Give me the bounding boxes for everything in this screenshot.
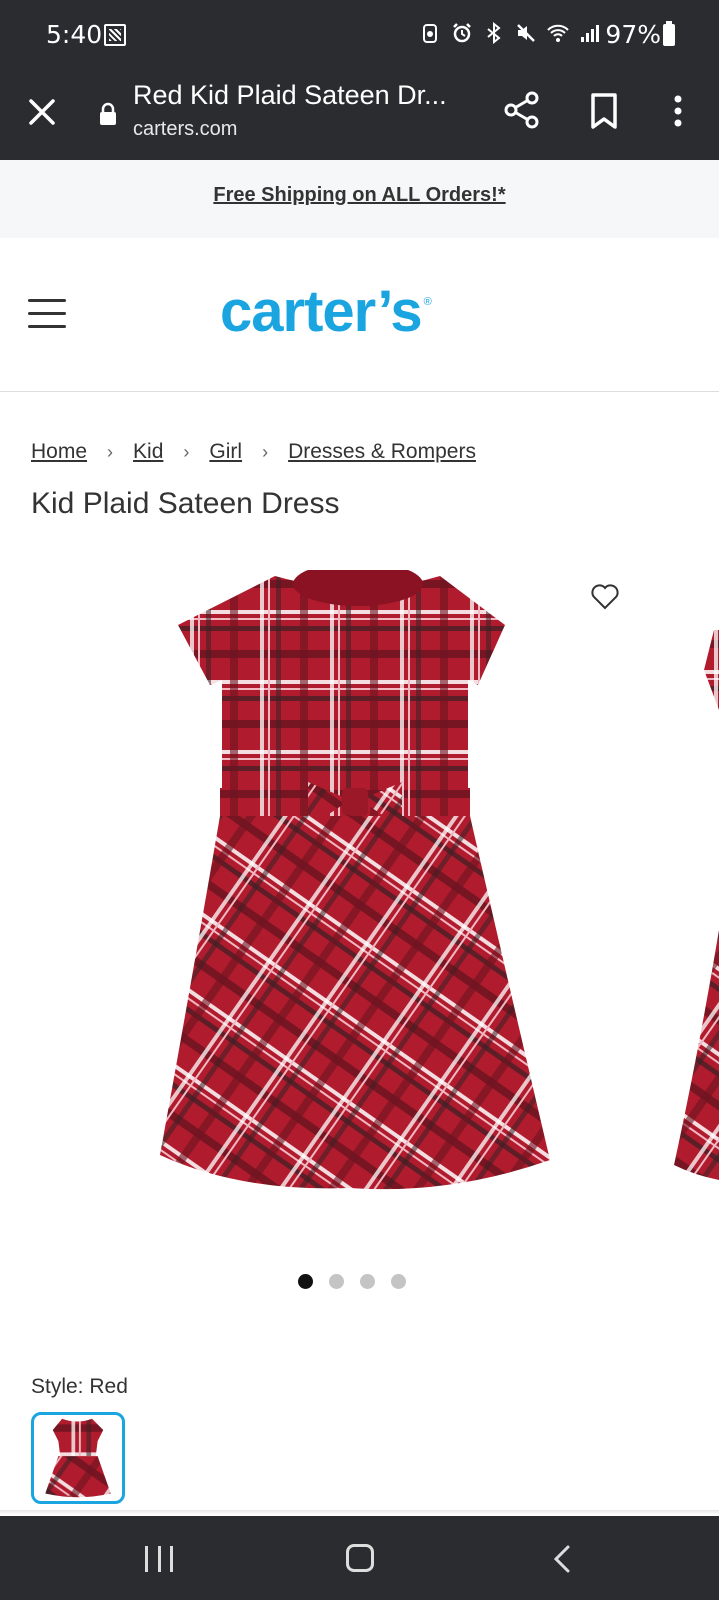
image-carousel-dots	[298, 1274, 406, 1289]
home-button[interactable]	[346, 1544, 374, 1572]
recent-apps-button[interactable]	[145, 1546, 173, 1572]
bookmark-button[interactable]	[588, 92, 620, 130]
mute-icon	[515, 22, 535, 44]
signal-icon	[579, 22, 599, 44]
lock-screen-icon	[419, 22, 439, 44]
promo-banner: Free Shipping on ALL Orders!*	[0, 160, 719, 238]
menu-line	[28, 312, 66, 315]
carousel-dot-4[interactable]	[391, 1274, 406, 1289]
recent-apps-icon	[157, 1546, 161, 1572]
carousel-dot-2[interactable]	[329, 1274, 344, 1289]
back-chevron-icon	[553, 1545, 570, 1573]
bookmark-icon	[591, 93, 617, 129]
more-options-button[interactable]	[668, 92, 688, 130]
chevron-right-icon: ›	[183, 441, 190, 462]
battery-percent: 97%	[605, 20, 661, 49]
next-product-image-peek[interactable]	[674, 630, 719, 1190]
share-icon	[504, 91, 539, 129]
logo-text: carter’s	[220, 279, 423, 344]
product-image[interactable]	[150, 562, 570, 1210]
breadcrumb-home[interactable]: Home	[31, 440, 87, 464]
more-vertical-icon	[674, 95, 682, 127]
product-title: Kid Plaid Sateen Dress	[31, 487, 340, 520]
style-label: Style: Red	[31, 1375, 128, 1399]
chevron-right-icon: ›	[262, 441, 269, 462]
breadcrumb-girl[interactable]: Girl	[209, 440, 242, 464]
recent-apps-icon	[170, 1546, 173, 1572]
carousel-dot-3[interactable]	[360, 1274, 375, 1289]
site-header: carter’s ®	[0, 238, 719, 392]
menu-line	[28, 299, 66, 302]
breadcrumb-dresses-rompers[interactable]: Dresses & Rompers	[288, 440, 476, 464]
close-icon	[29, 99, 55, 125]
registered-mark: ®	[423, 296, 432, 308]
carters-logo[interactable]: carter’s ®	[220, 278, 432, 345]
alarm-icon	[451, 22, 471, 44]
browser-toolbar: Red Kid Plaid Sateen Dr... carters.com	[0, 72, 719, 160]
lock-icon	[98, 102, 118, 126]
recent-apps-icon	[145, 1546, 148, 1572]
status-icons	[419, 21, 599, 45]
style-swatch-red[interactable]	[31, 1412, 125, 1504]
menu-line	[28, 325, 66, 328]
gallery-icon	[104, 24, 126, 46]
carousel-dot-1[interactable]	[298, 1274, 313, 1289]
style-value: Red	[89, 1375, 128, 1398]
free-shipping-link[interactable]: Free Shipping on ALL Orders!*	[213, 184, 505, 207]
system-nav-bar	[0, 1516, 719, 1600]
breadcrumb: Home › Kid › Girl › Dresses & Rompers	[31, 440, 476, 464]
close-tab-button[interactable]	[24, 94, 60, 130]
bluetooth-icon	[483, 21, 503, 45]
url-domain[interactable]: carters.com	[133, 118, 237, 141]
hamburger-menu-button[interactable]	[28, 299, 66, 329]
status-time: 5:40	[46, 20, 103, 49]
wishlist-button[interactable]	[590, 583, 620, 611]
share-button[interactable]	[502, 90, 542, 130]
page-tab-title[interactable]: Red Kid Plaid Sateen Dr...	[133, 80, 447, 111]
breadcrumb-kid[interactable]: Kid	[133, 440, 163, 464]
heart-icon	[591, 584, 619, 610]
battery-icon	[663, 21, 675, 46]
chevron-right-icon: ›	[107, 441, 114, 462]
status-bar: 5:40 97%	[0, 0, 719, 72]
style-label-prefix: Style:	[31, 1375, 84, 1398]
wifi-icon	[547, 22, 569, 44]
divider	[0, 1510, 719, 1515]
back-button[interactable]	[552, 1544, 572, 1574]
